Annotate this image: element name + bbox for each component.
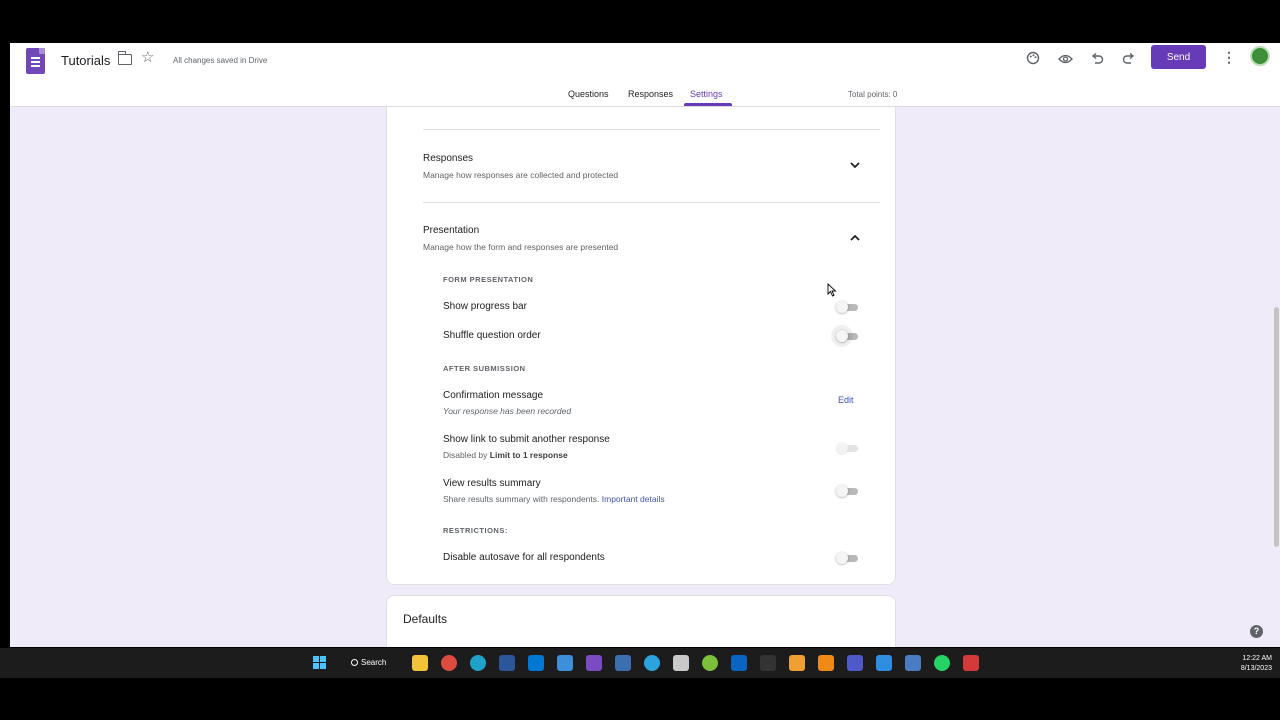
disable-autosave-toggle[interactable] — [836, 552, 860, 564]
save-status: All changes saved in Drive — [173, 56, 268, 65]
tab-responses[interactable]: Responses — [628, 89, 673, 99]
folder-icon[interactable] — [117, 51, 132, 65]
send-button[interactable]: Send — [1151, 45, 1206, 69]
taskbar-clock[interactable]: 12:22 AM 8/13/2023 — [1224, 654, 1272, 674]
redo-icon[interactable] — [1117, 49, 1139, 71]
clock-time: 12:22 AM — [1242, 655, 1272, 662]
show-progress-bar-toggle[interactable] — [836, 301, 860, 313]
taskbar-search[interactable]: Search — [345, 654, 393, 672]
show-link-label: Show link to submit another response — [443, 434, 610, 445]
total-points: Total points: 0 — [848, 90, 898, 99]
responses-section-title[interactable]: Responses — [423, 153, 473, 164]
top-bar: Tutorials ☆ All changes saved in Drive S… — [10, 43, 1280, 107]
telegram-icon[interactable] — [644, 655, 660, 671]
sublime-icon[interactable] — [818, 655, 834, 671]
help-icon[interactable]: ? — [1250, 625, 1263, 638]
forms-logo-icon[interactable] — [26, 48, 45, 74]
view-results-toggle[interactable] — [836, 485, 860, 497]
responses-section-subtitle: Manage how responses are collected and p… — [423, 170, 619, 180]
taskbar: Search 12:22 AM 8/13/2023 — [0, 648, 1280, 678]
teams-icon[interactable] — [847, 655, 863, 671]
defaults-card: Defaults — [386, 595, 896, 647]
chevron-down-icon[interactable] — [849, 161, 861, 173]
disabled-by-text: Disabled by — [443, 450, 490, 460]
word-icon[interactable] — [499, 655, 515, 671]
preview-eye-icon[interactable] — [1054, 49, 1076, 71]
settings-card: Responses Manage how responses are colle… — [386, 107, 896, 585]
view-results-text: Share results summary with respondents. — [443, 494, 600, 504]
divider — [423, 202, 880, 203]
recorder-icon[interactable] — [963, 655, 979, 671]
form-presentation-label: FORM PRESENTATION — [443, 275, 534, 284]
git-icon[interactable] — [789, 655, 805, 671]
edit-confirmation-button[interactable]: Edit — [838, 395, 854, 405]
restrictions-label: RESTRICTIONS: — [443, 526, 508, 535]
scrollbar[interactable] — [1274, 307, 1279, 547]
dev-tool-icon[interactable] — [615, 655, 631, 671]
show-link-toggle — [836, 442, 860, 454]
vscode-icon[interactable] — [528, 655, 544, 671]
important-details-link[interactable]: Important details — [602, 494, 665, 504]
more-vert-icon[interactable]: ⋮ — [1222, 49, 1236, 65]
undo-icon[interactable] — [1086, 49, 1108, 71]
defaults-section-title[interactable]: Defaults — [403, 612, 447, 626]
outlook-icon[interactable] — [731, 655, 747, 671]
view-results-subtitle: Share results summary with respondents. … — [443, 494, 665, 504]
disable-autosave-label: Disable autosave for all respondents — [443, 552, 605, 563]
tab-settings[interactable]: Settings — [690, 89, 723, 99]
shuffle-question-order-toggle[interactable] — [836, 330, 860, 342]
avatar[interactable] — [1250, 46, 1270, 66]
confirmation-message-label: Confirmation message — [443, 390, 544, 401]
presentation-section-subtitle: Manage how the form and responses are pr… — [423, 242, 619, 252]
clock-date: 8/13/2023 — [1240, 665, 1272, 672]
windows-start-icon[interactable] — [313, 656, 327, 670]
confirmation-message-value: Your response has been recorded — [443, 406, 572, 416]
active-tab-indicator — [684, 103, 732, 106]
show-link-subtitle: Disabled by Limit to 1 response — [443, 450, 568, 460]
whatsapp-icon[interactable] — [934, 655, 950, 671]
terminal-icon[interactable] — [760, 655, 776, 671]
view-results-label: View results summary — [443, 478, 541, 489]
store-icon[interactable] — [557, 655, 573, 671]
divider — [423, 129, 880, 130]
limit-response-text: Limit to 1 response — [489, 450, 568, 460]
chevron-up-icon[interactable] — [849, 233, 861, 245]
google-forms-window: Tutorials ☆ All changes saved in Drive S… — [10, 43, 1280, 647]
visual-studio-icon[interactable] — [586, 655, 602, 671]
app-icon[interactable] — [673, 655, 689, 671]
star-icon[interactable]: ☆ — [141, 50, 154, 65]
file-explorer-icon[interactable] — [412, 655, 428, 671]
chrome-icon[interactable] — [441, 655, 457, 671]
tab-questions[interactable]: Questions — [568, 89, 609, 99]
edge-icon[interactable] — [470, 655, 486, 671]
after-submission-label: AFTER SUBMISSION — [443, 364, 526, 373]
mail-icon[interactable] — [876, 655, 892, 671]
shuffle-question-order-label: Shuffle question order — [443, 330, 541, 341]
form-title[interactable]: Tutorials — [61, 53, 110, 68]
mouse-cursor-icon — [827, 282, 837, 297]
taskbar-search-label: Search — [361, 658, 387, 667]
screen: Tutorials ☆ All changes saved in Drive S… — [0, 0, 1280, 720]
app-green-icon[interactable] — [702, 655, 718, 671]
show-progress-bar-label: Show progress bar — [443, 301, 527, 312]
network-app-icon[interactable] — [905, 655, 921, 671]
presentation-section-title[interactable]: Presentation — [423, 225, 479, 236]
palette-icon[interactable] — [1022, 49, 1044, 71]
